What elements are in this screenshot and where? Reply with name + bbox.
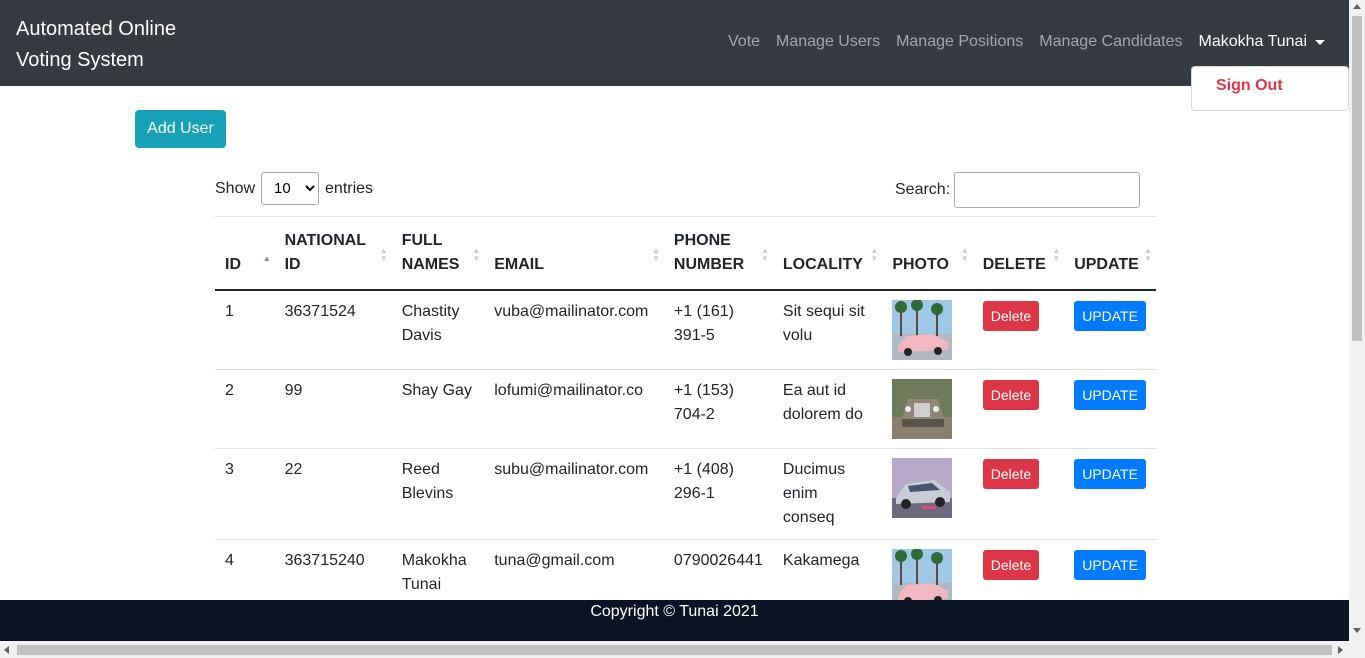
user-dropdown-menu: Sign Out [1191, 66, 1349, 111]
copyright-text: Copyright © Tunai 2021 [590, 603, 759, 620]
update-button[interactable]: UPDATE [1074, 301, 1146, 331]
add-user-button[interactable]: Add User [135, 110, 226, 148]
table-row: 3 22 Reed Blevins subu@mailinator.com +1 … [215, 448, 1156, 540]
scroll-down-icon[interactable] [1353, 628, 1361, 633]
user-photo [892, 300, 953, 360]
cell-update: UPDATE [1064, 448, 1156, 540]
delete-button[interactable]: Delete [982, 550, 1040, 580]
cell-full-name: Reed Blevins [391, 448, 485, 540]
sort-asc-icon: ▲ [262, 254, 271, 263]
sort-icon: ▲ ▼ [651, 246, 660, 263]
cell-id: 2 [215, 369, 275, 449]
cell-national-id: 99 [274, 369, 392, 449]
cell-phone: +1 (408) 296-1 [663, 448, 773, 540]
cell-update: UPDATE [1064, 289, 1156, 370]
delete-button[interactable]: Delete [982, 301, 1040, 331]
cell-update: UPDATE [1064, 369, 1156, 449]
page-length-control: Show 10 25 50 100 entries [215, 172, 373, 205]
cell-locality: Ea aut id dolorem do [772, 369, 883, 449]
sort-icon: ▲ ▼ [870, 246, 879, 263]
page-length-select[interactable]: 10 25 50 100 [261, 172, 320, 205]
cell-email: subu@mailinator.com [484, 448, 664, 540]
user-name: Makokha Tunai [1198, 33, 1307, 50]
cell-email: vuba@mailinator.com [484, 289, 664, 370]
cell-locality: Sit sequi sit volu [772, 289, 883, 370]
sort-icon: ▲ ▼ [1144, 246, 1152, 263]
cell-delete: Delete [972, 369, 1065, 449]
cell-national-id: 36371524 [274, 289, 392, 370]
brand-line-2: Voting System [16, 49, 144, 71]
nav-links: Vote Manage Users Manage Positions Manag… [712, 33, 1325, 51]
horizontal-scroll-thumb[interactable] [17, 645, 1332, 655]
cell-photo [882, 369, 973, 449]
update-button[interactable]: UPDATE [1074, 380, 1146, 410]
cell-full-name: Chastity Davis [391, 289, 485, 370]
scroll-left-icon[interactable] [4, 646, 9, 654]
col-header-delete[interactable]: DELETE ▲ ▼ [972, 216, 1065, 291]
sort-icon: ▲ ▼ [379, 246, 388, 263]
sort-icon: ▲ ▼ [760, 246, 769, 263]
cell-national-id: 22 [274, 448, 392, 540]
sort-icon: ▲ ▼ [1052, 246, 1061, 263]
col-header-id[interactable]: ID ▲ [215, 216, 275, 291]
sign-out-link[interactable]: Sign Out [1216, 77, 1283, 95]
col-header-locality[interactable]: LOCALITY ▲ ▼ [772, 216, 883, 291]
page-footer: Copyright © Tunai 2021 [0, 600, 1349, 641]
search-input[interactable] [954, 172, 1141, 208]
delete-button[interactable]: Delete [982, 380, 1040, 410]
cell-delete: Delete [972, 289, 1065, 370]
scroll-up-icon[interactable] [1353, 4, 1361, 9]
sort-icon: ▲ ▼ [960, 246, 969, 263]
cell-locality: Ducimus enim conseq [772, 448, 883, 540]
horizontal-scrollbar[interactable] [0, 641, 1365, 658]
search-label: Search: [895, 181, 951, 198]
cell-id: 1 [215, 289, 275, 370]
cell-phone: +1 (161) 391-5 [663, 289, 773, 370]
col-header-update[interactable]: UPDATE ▲ ▼ [1064, 216, 1156, 291]
user-photo [892, 379, 953, 439]
vertical-scrollbar[interactable] [1349, 0, 1365, 641]
col-header-email[interactable]: EMAIL ▲ ▼ [484, 216, 664, 291]
col-header-full-names[interactable]: FULL NAMES ▲ ▼ [391, 216, 485, 291]
user-photo [892, 458, 953, 518]
nav-link-vote[interactable]: Vote [728, 33, 760, 51]
cell-delete: Delete [972, 448, 1065, 540]
col-header-phone-number[interactable]: PHONE NUMBER ▲ ▼ [663, 216, 773, 291]
users-table: ID ▲ NATIONAL ID ▲ ▼ FULL NAMES ▲ ▼ EMAIL … [215, 216, 1156, 618]
vertical-scroll-thumb[interactable] [1352, 16, 1362, 341]
brand-title[interactable]: Automated Online Voting System [16, 14, 216, 76]
sort-icon: ▲ ▼ [472, 246, 481, 263]
user-menu-toggle[interactable]: Makokha Tunai [1198, 33, 1325, 51]
cell-photo [882, 289, 973, 370]
table-header-row: ID ▲ NATIONAL ID ▲ ▼ FULL NAMES ▲ ▼ EMAIL … [215, 216, 1156, 291]
cell-photo [882, 448, 973, 540]
entries-label: entries [325, 179, 374, 197]
caret-down-icon [1315, 39, 1325, 45]
cell-full-name: Shay Gay [391, 369, 485, 449]
top-navbar: Automated Online Voting System Vote Mana… [0, 0, 1349, 86]
table-row: 1 36371524 Chastity Davis vuba@mailinator… [215, 289, 1156, 370]
search-control: Search: [895, 172, 1141, 208]
cell-email: lofumi@mailinator.co [484, 369, 664, 449]
show-label: Show [215, 179, 256, 197]
col-header-national-id[interactable]: NATIONAL ID ▲ ▼ [274, 216, 392, 291]
scroll-right-icon[interactable] [1338, 646, 1343, 654]
delete-button[interactable]: Delete [982, 459, 1040, 489]
table-row: 2 99 Shay Gay lofumi@mailinator.co +1 (1… [215, 369, 1156, 449]
nav-link-manage-positions[interactable]: Manage Positions [896, 33, 1023, 51]
brand-line-1: Automated Online [16, 18, 177, 40]
nav-link-manage-users[interactable]: Manage Users [776, 33, 880, 51]
cell-phone: +1 (153) 704-2 [663, 369, 773, 449]
nav-link-manage-candidates[interactable]: Manage Candidates [1039, 33, 1182, 51]
col-header-photo[interactable]: PHOTO ▲ ▼ [882, 216, 973, 291]
update-button[interactable]: UPDATE [1074, 459, 1146, 489]
update-button[interactable]: UPDATE [1074, 550, 1146, 580]
cell-id: 3 [215, 448, 275, 540]
